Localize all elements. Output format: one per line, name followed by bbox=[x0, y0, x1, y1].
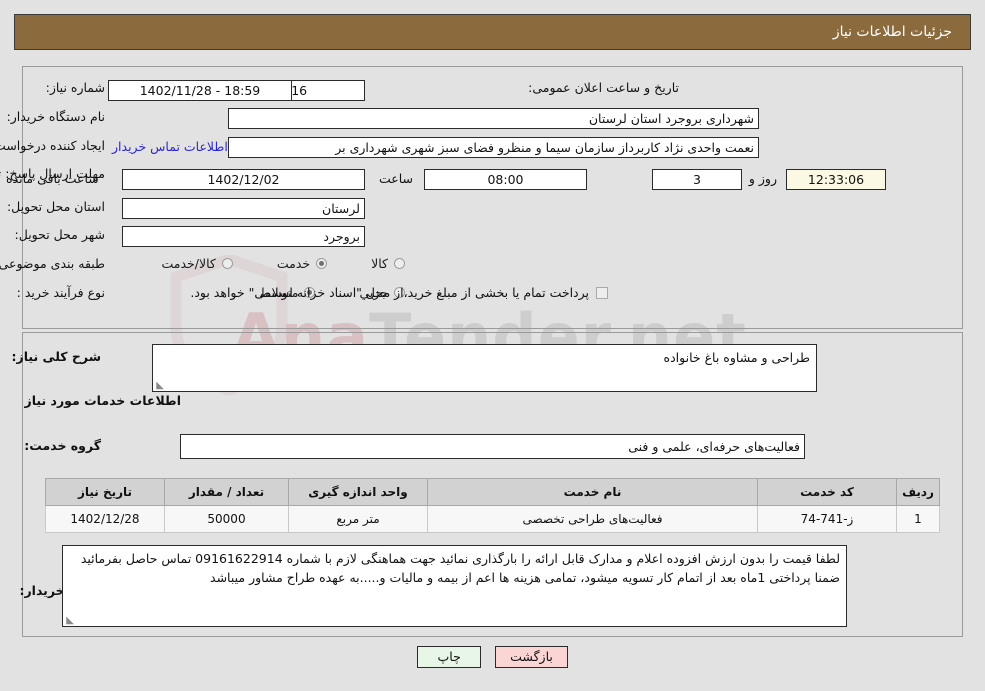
days-and-label: روز و bbox=[748, 171, 777, 186]
col-service-code: کد خدمت bbox=[757, 478, 897, 506]
city-label: شهر محل تحویل: bbox=[14, 227, 105, 242]
resize-grip-icon[interactable]: ◣ bbox=[155, 381, 164, 391]
deadline-hour-label: ساعت bbox=[378, 171, 413, 186]
category-radio-kala-khedmat[interactable]: کالا/خدمت bbox=[161, 256, 233, 271]
buyer-contact-link[interactable]: اطلاعات تماس خریدار bbox=[112, 139, 228, 154]
requester-label: ایجاد کننده درخواست: bbox=[0, 138, 105, 153]
hours-remaining-label: ساعت باقی مانده bbox=[6, 171, 99, 186]
cell-service-code: ز-741-74 bbox=[757, 505, 897, 533]
category-radio-group: کالا خدمت کالا/خدمت bbox=[161, 256, 405, 271]
category-option-label: خدمت bbox=[276, 256, 311, 271]
buyer-org-label: نام دستگاه خریدار: bbox=[6, 109, 105, 124]
table-row: 1 ز-741-74 فعالیت‌های طراحی تخصصی متر مر… bbox=[45, 505, 940, 533]
back-button[interactable]: بازگشت bbox=[495, 646, 568, 668]
col-row-no: ردیف bbox=[896, 478, 940, 506]
service-group-label: گروه خدمت: bbox=[24, 438, 101, 453]
category-label: طبقه بندی موضوعی: bbox=[0, 256, 105, 271]
page-header: جزئیات اطلاعات نیاز bbox=[14, 14, 971, 50]
cell-row-no: 1 bbox=[896, 505, 940, 533]
category-option-label: کالا bbox=[371, 256, 388, 271]
description-label: شرح کلی نیاز: bbox=[11, 349, 101, 364]
treasury-checkbox-row[interactable]: پرداخت تمام یا بخشی از مبلغ خرید،از محل … bbox=[190, 285, 608, 300]
announce-datetime-value: 1402/11/28 - 18:59 bbox=[108, 80, 292, 101]
items-table: ردیف کد خدمت نام خدمت واحد اندازه گیری ت… bbox=[45, 478, 940, 533]
requester-value: نعمت واحدی نژاد کاربرداز سازمان سیما و م… bbox=[228, 137, 759, 158]
footer-buttons: بازگشت چاپ bbox=[0, 646, 985, 668]
checkbox-icon[interactable] bbox=[596, 286, 608, 299]
col-quantity: تعداد / مقدار bbox=[164, 478, 289, 506]
description-value: طراحی و مشاوه باغ خانواده bbox=[663, 350, 810, 365]
category-option-label: کالا/خدمت bbox=[161, 256, 216, 271]
cell-service-name: فعالیت‌های طراحی تخصصی bbox=[427, 505, 758, 533]
days-remaining-value: 3 bbox=[652, 169, 742, 190]
service-group-value: فعالیت‌های حرفه‌ای، علمی و فنی bbox=[180, 434, 805, 459]
cell-quantity: 50000 bbox=[164, 505, 289, 533]
print-button[interactable]: چاپ bbox=[417, 646, 482, 668]
buyer-org-value: شهرداری بروجرد استان لرستان bbox=[228, 108, 759, 129]
countdown-timer-value: 12:33:06 bbox=[786, 169, 886, 190]
need-number-label: شماره نیاز: bbox=[45, 80, 105, 95]
cell-unit: متر مربع bbox=[288, 505, 428, 533]
deadline-date-value: 1402/12/02 bbox=[122, 169, 365, 190]
resize-grip-icon[interactable]: ◣ bbox=[65, 616, 74, 626]
province-label: استان محل تحویل: bbox=[6, 199, 105, 214]
col-need-date: تاریخ نیاز bbox=[45, 478, 165, 506]
announce-datetime-label: تاریخ و ساعت اعلان عمومی: bbox=[528, 80, 679, 95]
radio-icon[interactable] bbox=[221, 258, 233, 269]
radio-icon[interactable] bbox=[394, 258, 405, 269]
city-value: بروجرد bbox=[122, 226, 365, 247]
col-unit: واحد اندازه گیری bbox=[288, 478, 428, 506]
buyer-notes-value: لطفا قیمت را بدون ارزش افزوده اعلام و مد… bbox=[80, 551, 840, 585]
col-service-name: نام خدمت bbox=[427, 478, 758, 506]
buyer-notes-textarea[interactable]: لطفا قیمت را بدون ارزش افزوده اعلام و مد… bbox=[62, 545, 847, 627]
page-title: جزئیات اطلاعات نیاز bbox=[832, 24, 952, 40]
radio-icon[interactable] bbox=[316, 258, 328, 269]
treasury-checkbox-label: پرداخت تمام یا بخشی از مبلغ خرید،از محل … bbox=[190, 285, 589, 300]
category-radio-khedmat[interactable]: خدمت bbox=[276, 256, 328, 271]
deadline-hour-value: 08:00 bbox=[424, 169, 587, 190]
description-textarea[interactable]: طراحی و مشاوه باغ خانواده ◣ bbox=[152, 344, 817, 392]
services-section-heading: اطلاعات خدمات مورد نیاز bbox=[24, 393, 182, 408]
province-value: لرستان bbox=[122, 198, 365, 219]
purchase-type-label: نوع فرآیند خرید : bbox=[16, 285, 105, 300]
table-header-row: ردیف کد خدمت نام خدمت واحد اندازه گیری ت… bbox=[45, 478, 940, 506]
cell-need-date: 1402/12/28 bbox=[45, 505, 165, 533]
category-radio-kala[interactable]: کالا bbox=[371, 256, 405, 271]
